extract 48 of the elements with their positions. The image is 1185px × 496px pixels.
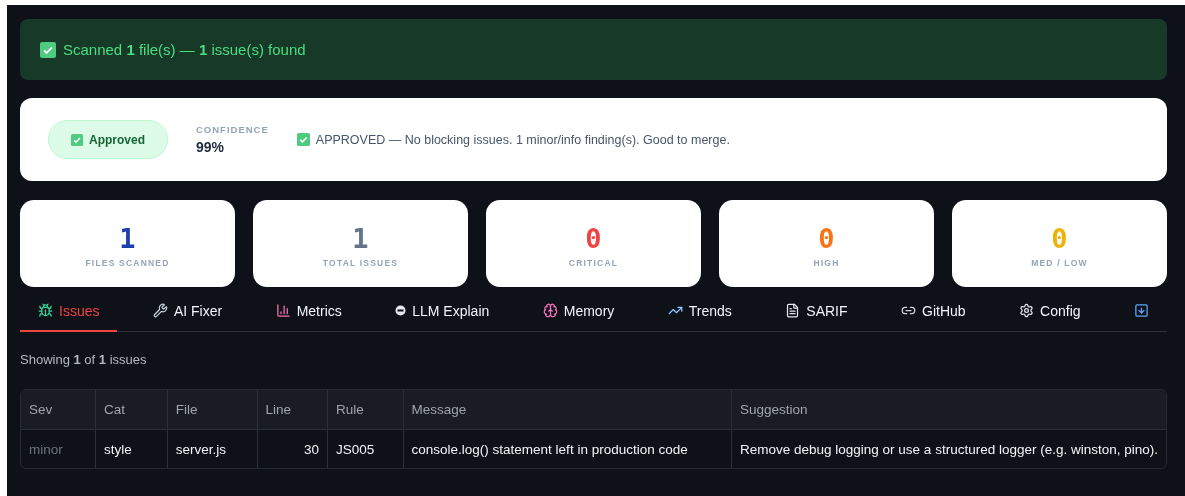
stat-value: 0	[1051, 225, 1068, 252]
table-cell: 30	[257, 430, 328, 468]
stat-value: 1	[119, 225, 136, 252]
column-header: Line	[257, 390, 328, 430]
stat-label: CRITICAL	[568, 258, 619, 268]
tab[interactable]: AI Fixer	[134, 291, 241, 332]
table-cell: console.log() statement left in production code	[403, 430, 732, 468]
banner-text: Scanned 1 file(s) — 1 issue(s) found	[63, 41, 306, 58]
tab[interactable]: Metrics	[257, 291, 360, 332]
stat-value: 1	[352, 225, 369, 252]
verdict-message: APPROVED — No blocking issues. 1 minor/info finding(s). Good to merge.	[315, 132, 730, 147]
check-icon	[296, 133, 310, 146]
tab[interactable]: LLM Explain	[377, 291, 508, 332]
column-header: Message	[403, 390, 732, 430]
table-cell: server.js	[167, 430, 258, 468]
tab[interactable]: Issues	[20, 291, 118, 332]
tab[interactable]: Config	[1001, 291, 1099, 332]
confidence-value: 99%	[196, 139, 226, 155]
table-cell: JS005	[327, 430, 404, 468]
check-icon	[40, 41, 56, 58]
approved-badge: Approved	[48, 120, 168, 159]
column-header: File	[167, 390, 258, 430]
document-icon	[785, 303, 801, 318]
tab[interactable]: Trends	[649, 291, 750, 332]
table-cell: style	[96, 430, 168, 468]
results-summary: Showing 1 of 1 issues	[20, 352, 148, 367]
tab[interactable]: SARIF	[767, 291, 866, 332]
download-icon	[1134, 303, 1149, 318]
stat-label: HIGH	[813, 258, 840, 268]
bug-icon	[38, 303, 53, 318]
stat-value: 0	[818, 225, 835, 252]
column-header: Suggestion	[732, 390, 1166, 430]
check-icon	[71, 133, 83, 146]
column-header: Cat	[96, 390, 168, 430]
column-header: Rule	[327, 390, 404, 430]
table-cell-text: Remove debug logging or use a structured logger (e.g. winston, pino).	[739, 440, 1159, 459]
stat-label: MED / LOW	[1031, 258, 1088, 268]
tab[interactable]: Memory	[524, 291, 633, 332]
confidence-label: CONFIDENCE	[196, 124, 269, 135]
tab[interactable]: GitHub	[883, 291, 984, 332]
stat-label: TOTAL ISSUES	[322, 258, 399, 268]
column-header: Sev	[21, 390, 96, 430]
stat-label: FILES SCANNED	[85, 258, 170, 268]
table-cell: minor	[21, 430, 96, 468]
brain-icon	[542, 303, 558, 318]
bar-chart-icon	[275, 303, 291, 318]
settings-icon	[1019, 303, 1035, 318]
stat-value: 0	[585, 225, 602, 252]
